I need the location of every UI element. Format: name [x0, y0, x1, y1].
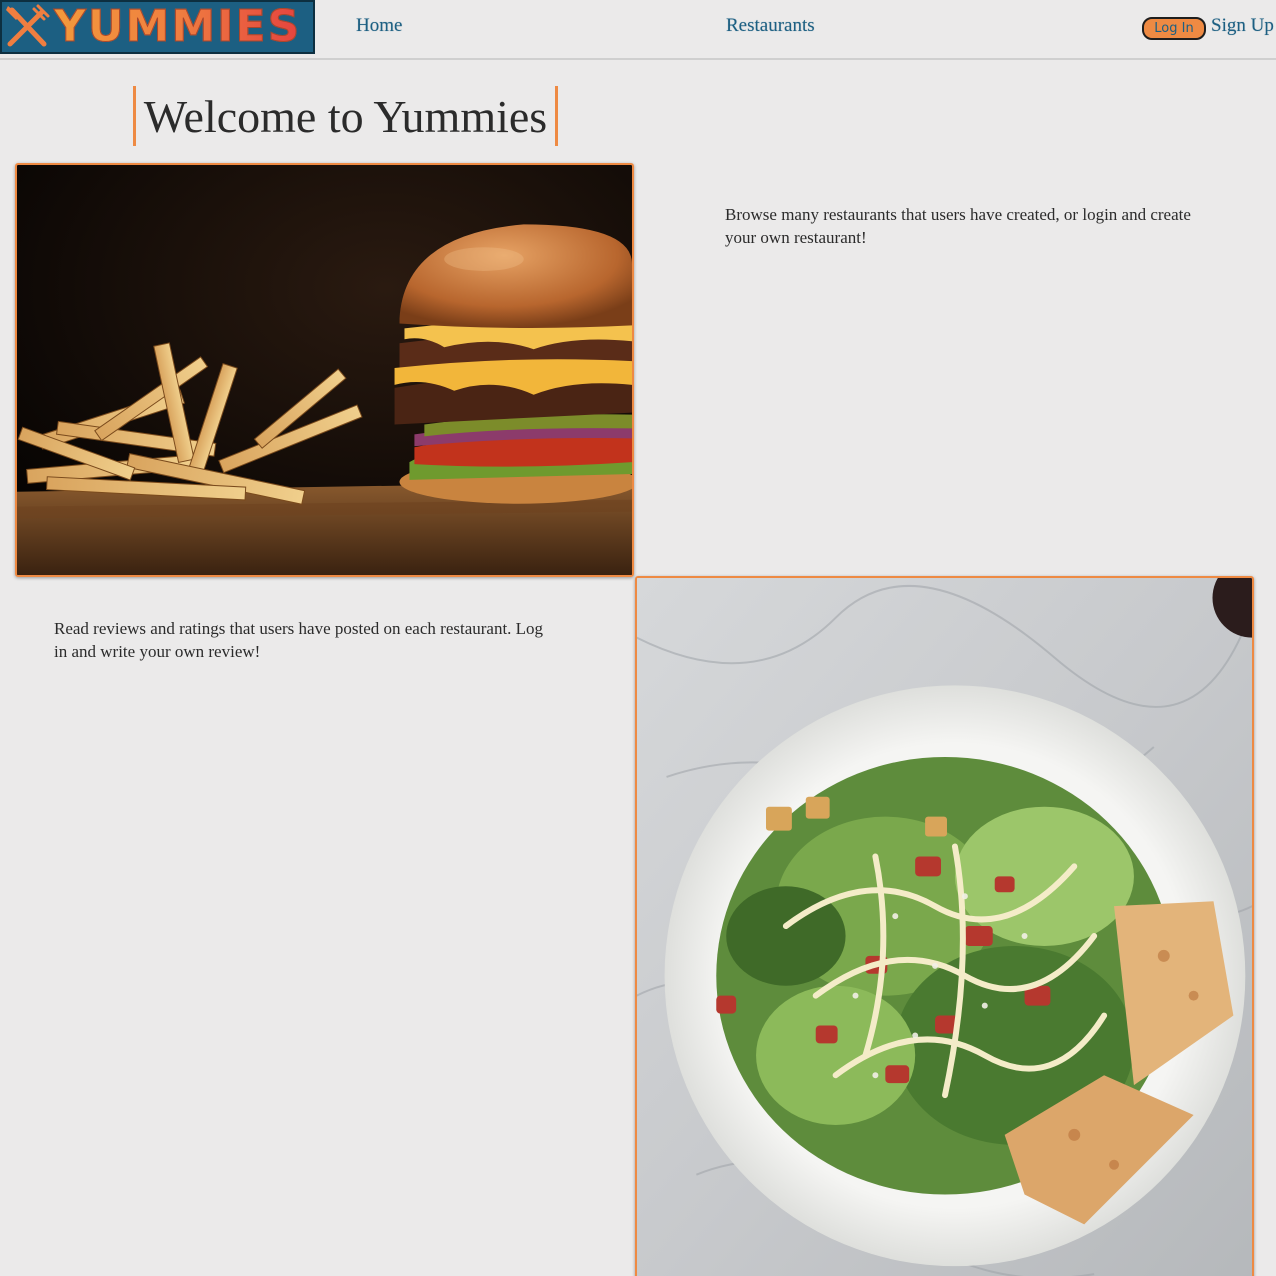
caesar-salad-photo: [635, 576, 1254, 1276]
navbar: YUMMIES Home Restaurants Log In Sign Up: [0, 0, 1276, 60]
home-page: YUMMIES Home Restaurants Log In Sign Up …: [0, 0, 1276, 1276]
page-title: Welcome to Yummies: [143, 90, 548, 142]
browse-restaurants-text: Browse many restaurants that users have …: [725, 205, 1191, 247]
title-banner: Welcome to Yummies: [133, 86, 558, 146]
nav-home-link[interactable]: Home: [356, 15, 402, 37]
signup-link[interactable]: Sign Up: [1211, 15, 1274, 37]
login-button[interactable]: Log In: [1142, 17, 1206, 40]
salad-image: [637, 578, 1252, 1276]
burger-image: [17, 165, 632, 575]
yummies-logo[interactable]: YUMMIES: [0, 0, 315, 54]
burger-and-fries-photo: [15, 163, 634, 577]
logo-text: YUMMIES: [53, 1, 302, 52]
nav-restaurants-link[interactable]: Restaurants: [726, 15, 815, 37]
read-reviews-text: Read reviews and ratings that users have…: [54, 619, 544, 661]
fork-knife-icon: [6, 4, 50, 47]
